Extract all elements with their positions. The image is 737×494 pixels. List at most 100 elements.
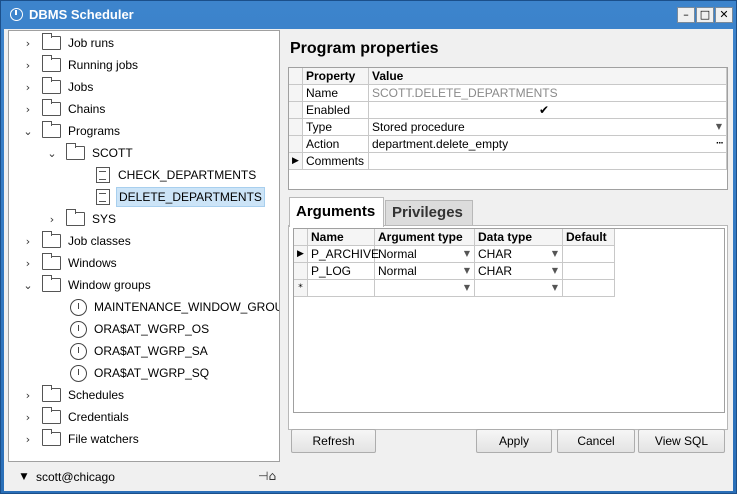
data-type-value: CHAR — [478, 264, 513, 278]
current-row-icon: ▶ — [289, 153, 303, 170]
chevron-right-icon[interactable]: › — [21, 58, 35, 72]
tree-item-window-groups[interactable]: ⌄ Window groups — [21, 274, 153, 296]
property-value-comments[interactable] — [369, 153, 727, 170]
argument-type-select[interactable]: Normal ▼ — [375, 246, 475, 263]
dropdown-arrow-icon[interactable]: ▼ — [552, 246, 558, 262]
arguments-grid[interactable]: Name Argument type Data type Default ▶ P… — [293, 228, 725, 413]
tree-item-file-watchers[interactable]: › File watchers — [21, 428, 141, 450]
chevron-right-icon[interactable]: › — [45, 212, 59, 226]
checkbox-enabled[interactable]: ✔ — [539, 102, 549, 118]
folder-icon — [42, 77, 61, 94]
argument-type-value: Normal — [378, 264, 417, 278]
close-button[interactable]: ✕ — [715, 7, 733, 23]
column-header-default[interactable]: Default — [563, 229, 615, 246]
property-value-enabled[interactable]: ✔ — [369, 102, 727, 119]
property-row-name[interactable]: Name SCOTT.DELETE_DEPARTMENTS — [289, 85, 727, 102]
tree-item-windows[interactable]: › Windows — [21, 252, 119, 274]
data-type-select[interactable]: CHAR ▼ — [475, 263, 563, 280]
tree-item-job-runs[interactable]: › Job runs — [21, 32, 116, 54]
tab-arguments[interactable]: Arguments — [289, 197, 384, 227]
dropdown-arrow-icon[interactable]: ▼ — [464, 280, 470, 296]
properties-grid[interactable]: Property Value Name SCOTT.DELETE_DEPARTM… — [288, 67, 728, 190]
refresh-button[interactable]: Refresh — [291, 429, 376, 453]
argument-default[interactable] — [563, 280, 615, 297]
property-value-type[interactable]: Stored procedure ▼ — [369, 119, 727, 136]
property-row-comments[interactable]: ▶ Comments — [289, 153, 727, 170]
tree-item-scott[interactable]: ⌄ SCOTT — [45, 142, 135, 164]
row-indicator — [289, 136, 303, 153]
dropdown-arrow-icon[interactable]: ▼ — [552, 263, 558, 279]
connection-bar[interactable]: ▼ scott@chicago ⊣⌂ — [8, 465, 280, 489]
chevron-right-icon[interactable]: › — [21, 388, 35, 402]
property-row-enabled[interactable]: Enabled ✔ — [289, 102, 727, 119]
caret-down-icon[interactable]: ▼ — [16, 472, 32, 482]
tree-item-check-departments[interactable]: CHECK_DEPARTMENTS — [93, 164, 258, 186]
property-row-action[interactable]: Action department.delete_empty ··· — [289, 136, 727, 153]
tree-item-job-classes[interactable]: › Job classes — [21, 230, 133, 252]
tree-item-delete-departments[interactable]: DELETE_DEPARTMENTS — [93, 186, 265, 208]
data-type-select[interactable]: ▼ — [475, 280, 563, 297]
chevron-right-icon[interactable]: › — [21, 256, 35, 270]
folder-icon — [42, 253, 61, 270]
dropdown-arrow-icon[interactable]: ▼ — [552, 280, 558, 296]
property-value-name: SCOTT.DELETE_DEPARTMENTS — [369, 85, 727, 102]
column-header-data-type[interactable]: Data type — [475, 229, 563, 246]
argument-name[interactable]: P_ARCHIVE — [308, 246, 379, 263]
tree-item-chains[interactable]: › Chains — [21, 98, 107, 120]
cancel-button[interactable]: Cancel — [557, 429, 635, 453]
tree-item-jobs[interactable]: › Jobs — [21, 76, 95, 98]
chevron-right-icon[interactable]: › — [21, 102, 35, 116]
argument-name[interactable]: P_LOG — [308, 263, 375, 280]
property-row-type[interactable]: Type Stored procedure ▼ — [289, 119, 727, 136]
tree-item-ora-wgrp-sa[interactable]: ORA$AT_WGRP_SA — [67, 340, 210, 362]
minimize-button[interactable]: – — [677, 7, 695, 23]
dropdown-arrow-icon[interactable]: ▼ — [464, 263, 470, 279]
chevron-down-icon[interactable]: ⌄ — [21, 278, 35, 292]
tree-item-programs[interactable]: ⌄ Programs — [21, 120, 122, 142]
column-header-value[interactable]: Value — [369, 68, 727, 85]
argument-default[interactable] — [563, 263, 615, 280]
argument-default[interactable] — [563, 246, 615, 263]
tree-item-label: ORA$AT_WGRP_SA — [94, 344, 208, 358]
column-header-property[interactable]: Property — [303, 68, 369, 85]
property-label: Enabled — [303, 102, 369, 119]
data-type-select[interactable]: CHAR ▼ — [475, 246, 563, 263]
tab-privileges[interactable]: Privileges — [385, 200, 473, 227]
argument-name[interactable] — [308, 280, 375, 297]
tree-item-credentials[interactable]: › Credentials — [21, 406, 131, 428]
maximize-icon: □ — [699, 8, 711, 21]
tree-item-ora-wgrp-sq[interactable]: ORA$AT_WGRP_SQ — [67, 362, 211, 384]
chevron-right-icon[interactable]: › — [21, 36, 35, 50]
ellipsis-icon[interactable]: ··· — [716, 136, 724, 152]
apply-button[interactable]: Apply — [476, 429, 552, 453]
chevron-right-icon[interactable]: › — [21, 432, 35, 446]
argument-type-select[interactable]: Normal ▼ — [375, 263, 475, 280]
chevron-right-icon[interactable]: › — [21, 234, 35, 248]
tree-item-running-jobs[interactable]: › Running jobs — [21, 54, 140, 76]
chevron-down-icon[interactable]: ⌄ — [45, 146, 59, 160]
connection-label: scott@chicago — [36, 470, 115, 484]
argument-type-select[interactable]: ▼ — [375, 280, 475, 297]
object-tree[interactable]: › Job runs › Running jobs › Jobs › Chain… — [8, 30, 280, 462]
tree-item-sys[interactable]: › SYS — [45, 208, 118, 230]
maximize-button[interactable]: □ — [696, 7, 714, 23]
dropdown-arrow-icon[interactable]: ▼ — [464, 246, 470, 262]
chevron-right-icon[interactable]: › — [21, 410, 35, 424]
column-header-name[interactable]: Name — [308, 229, 375, 246]
tree-item-label: Job classes — [68, 234, 131, 248]
column-header-argument-type[interactable]: Argument type — [375, 229, 475, 246]
tree-item-maintenance-window-group[interactable]: MAINTENANCE_WINDOW_GROUP — [67, 296, 279, 318]
action-value: department.delete_empty — [372, 137, 509, 151]
chevron-down-icon[interactable]: ⌄ — [21, 124, 35, 138]
view-sql-button[interactable]: View SQL — [638, 429, 725, 453]
row-indicator — [289, 119, 303, 136]
chevron-right-icon[interactable]: › — [21, 80, 35, 94]
folder-icon — [42, 385, 61, 402]
property-value-action[interactable]: department.delete_empty ··· — [369, 136, 727, 153]
pin-icon[interactable]: ⊣⌂ — [258, 469, 276, 483]
dropdown-arrow-icon[interactable]: ▼ — [716, 119, 722, 135]
tree-item-ora-wgrp-os[interactable]: ORA$AT_WGRP_OS — [67, 318, 211, 340]
type-select-value: Stored procedure — [372, 120, 465, 134]
details-panel: Program properties Property Value Name S… — [285, 30, 730, 430]
tree-item-schedules[interactable]: › Schedules — [21, 384, 126, 406]
